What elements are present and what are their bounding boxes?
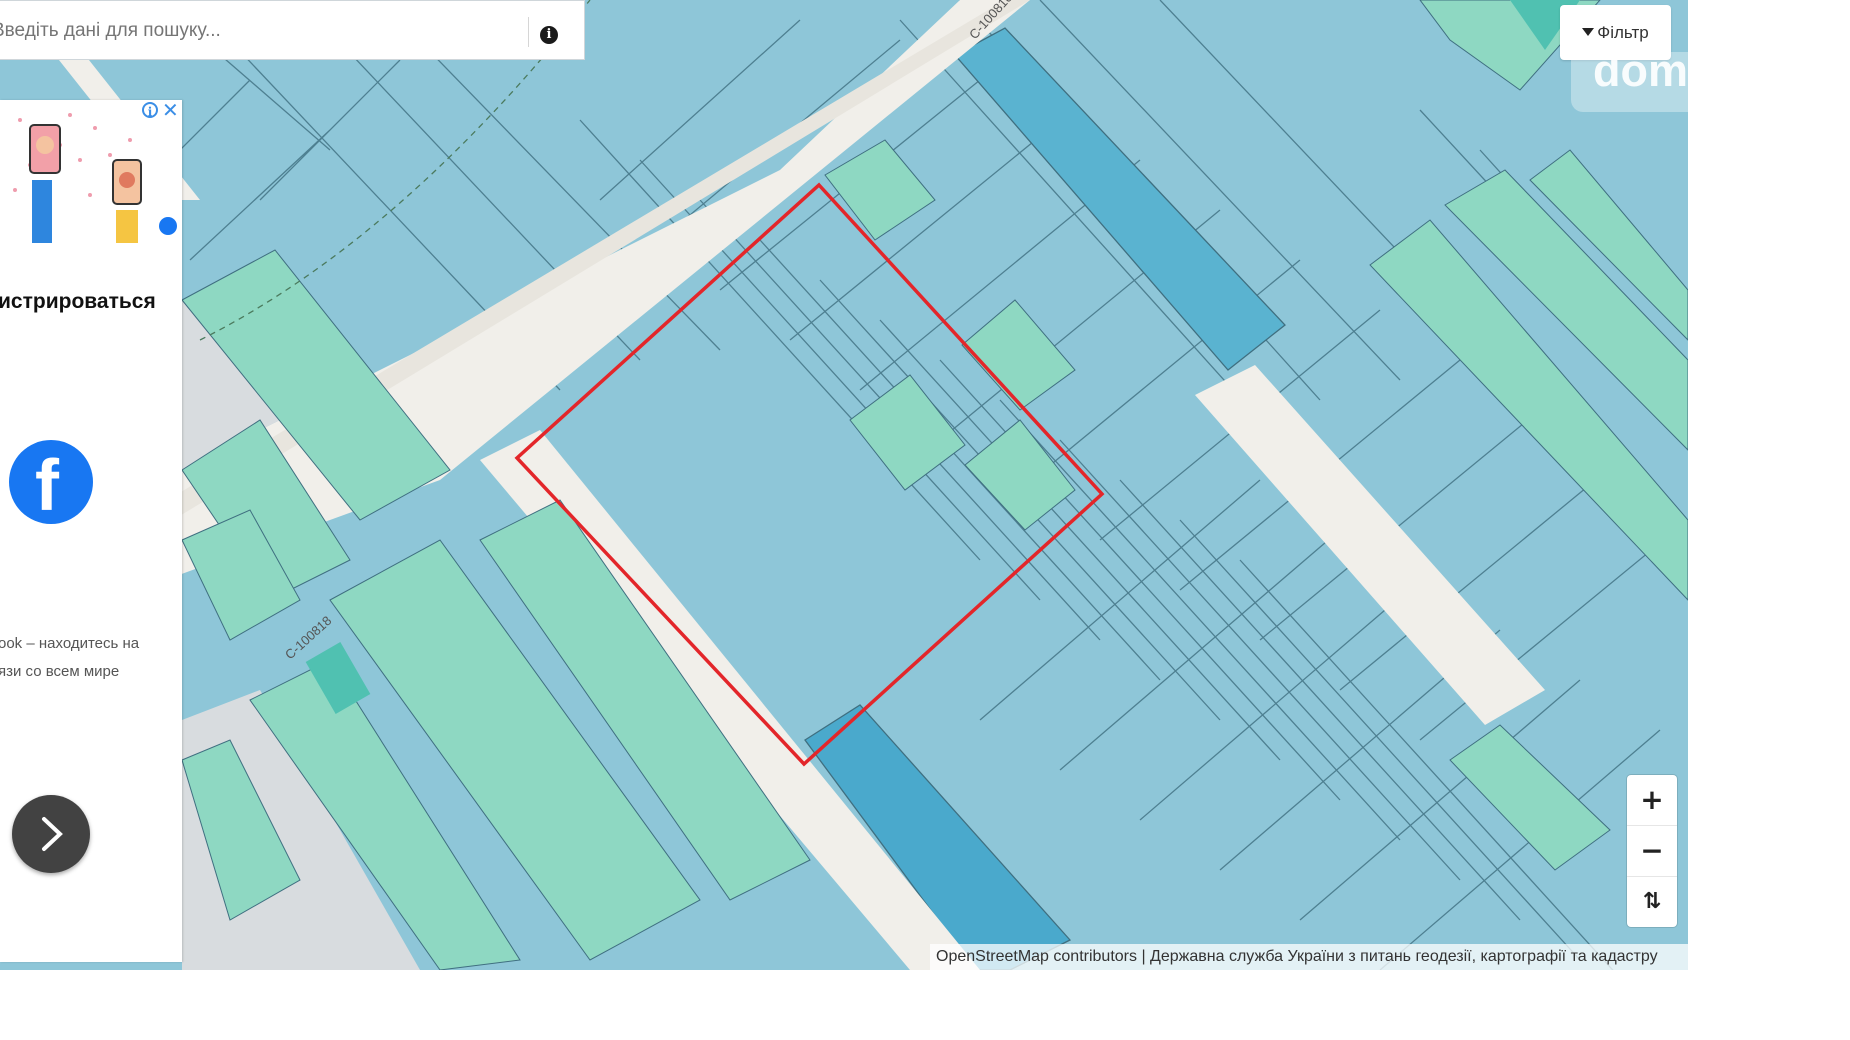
reset-north-button[interactable]: ⇅ xyxy=(1627,877,1677,927)
map-canvas[interactable]: С-100818 С-100818 xyxy=(0,0,1688,970)
ad-info-icon[interactable]: i xyxy=(142,102,158,119)
ad-banner-image[interactable]: i ✕ xyxy=(0,100,182,243)
zoom-out-button[interactable]: − xyxy=(1627,825,1677,877)
ad-description-line-1: ook – находитесь на xyxy=(0,635,140,652)
ad-description-line-2: язи со всем мире xyxy=(0,663,120,680)
filter-label: Фільтр xyxy=(1597,23,1649,42)
filter-icon xyxy=(1582,28,1595,36)
ad-panel[interactable]: i ✕ истрироваться f ook – находитесь на … xyxy=(0,100,182,962)
info-icon[interactable]: i xyxy=(540,26,558,44)
ad-close-icon[interactable]: ✕ xyxy=(162,100,179,122)
ad-next-button[interactable] xyxy=(12,795,90,873)
facebook-letter: f xyxy=(35,446,59,526)
chevron-right-icon xyxy=(42,817,63,851)
ad-description: ook – находитесь на язи со всем мире xyxy=(0,630,182,686)
zoom-controls: + − ⇅ xyxy=(1627,775,1677,927)
facebook-logo-icon[interactable]: f xyxy=(9,440,93,526)
map-attribution: OpenStreetMap contributors | Державна сл… xyxy=(930,944,1688,970)
zoom-in-button[interactable]: + xyxy=(1627,775,1677,825)
search-separator xyxy=(528,17,529,47)
search-bar: i xyxy=(0,0,585,60)
site-logo[interactable]: dom xyxy=(1571,52,1688,112)
search-input[interactable] xyxy=(0,13,512,49)
cadastral-map[interactable]: С-100818 С-100818 i Фільтр dom + − ⇅ Ope… xyxy=(0,0,1688,970)
ad-illustration xyxy=(13,113,177,243)
ad-title[interactable]: истрироваться xyxy=(0,290,156,314)
